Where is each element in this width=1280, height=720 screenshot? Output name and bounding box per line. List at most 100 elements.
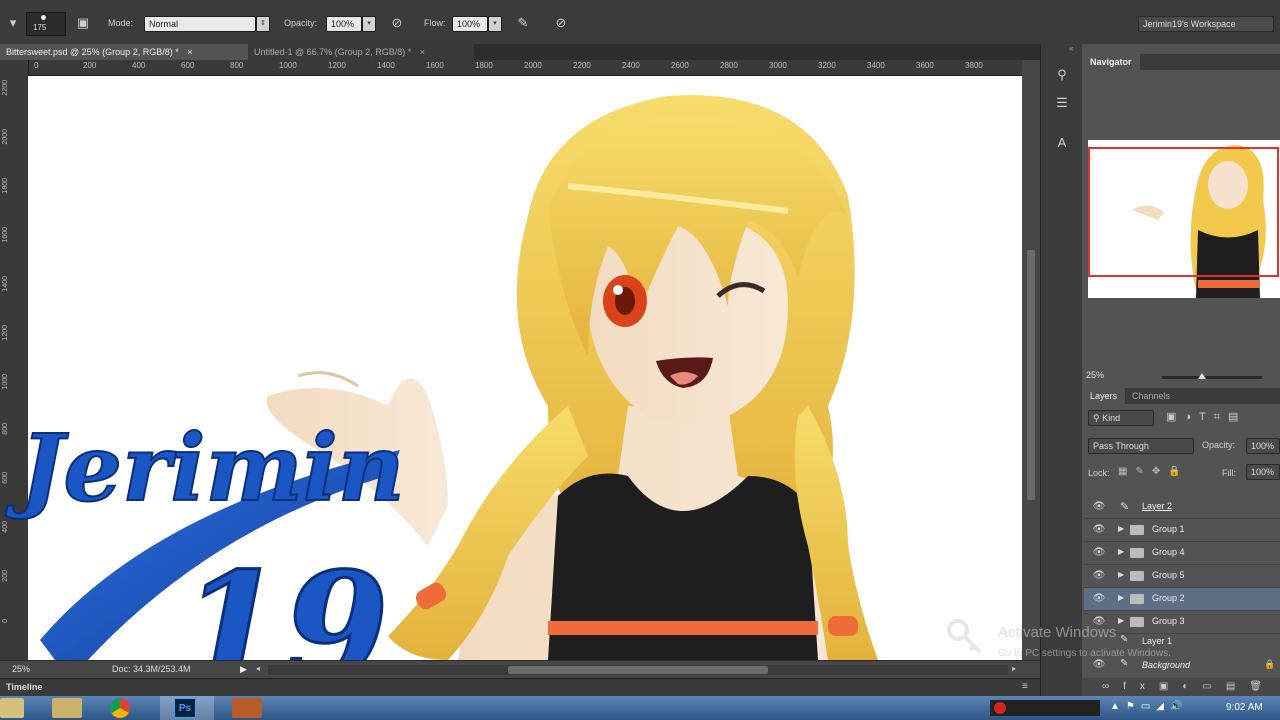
vertical-scroll-thumb[interactable]: [1027, 250, 1035, 500]
ruler-tick-label: 3800: [965, 61, 983, 70]
activate-windows-subtitle: Go to PC settings to activate Windows.: [998, 648, 1171, 659]
expand-arrow-icon[interactable]: ▶: [1118, 524, 1124, 533]
opacity-dropdown-icon[interactable]: ▾: [362, 16, 376, 32]
jerimin19-logo: Jerimin 19: [4, 413, 406, 700]
workspace-switcher[interactable]: Jerimin19's Workspace: [1138, 16, 1274, 32]
timeline-label[interactable]: Timeline: [6, 682, 42, 692]
layer-name: Group 5: [1152, 570, 1185, 580]
fill-label: Fill:: [1222, 468, 1236, 478]
ruler-tick-label: 800: [230, 61, 244, 70]
brush-layer-icon: ✎: [1120, 634, 1129, 645]
scroll-right-arrow-icon[interactable]: ▸: [1012, 664, 1016, 673]
visibility-eye-icon[interactable]: 👁: [1092, 569, 1106, 583]
layer-filter-kind[interactable]: ⚲ Kind: [1088, 410, 1154, 426]
tab-close-icon[interactable]: ×: [187, 47, 192, 57]
ruler-tick-label: 1000: [279, 61, 297, 70]
zoom-slider-handle[interactable]: [1198, 373, 1206, 379]
canvas-vertical-scrollbar[interactable]: [1022, 60, 1040, 660]
brush-settings-icon[interactable]: ☰: [1053, 94, 1071, 112]
layer-name: Group 1: [1152, 524, 1185, 534]
folder-icon: [1130, 525, 1144, 535]
tab-label: Bittersweet.psd @ 25% (Group 2, RGB/8) *: [6, 47, 179, 57]
visibility-eye-icon[interactable]: 👁: [1092, 592, 1106, 606]
system-tray-icons[interactable]: ▲⚑▭◢🔊: [1110, 701, 1188, 712]
ruler-tick-label: 2200: [2, 80, 9, 96]
layer-name: Group 2: [1152, 593, 1185, 603]
tab-untitled[interactable]: Untitled-1 @ 66.7% (Group 2, RGB/8) * ×: [248, 44, 474, 60]
flow-input[interactable]: 100%: [452, 16, 488, 32]
flow-dropdown-icon[interactable]: ▾: [488, 16, 502, 32]
status-bar: 25% Doc: 34.3M/253.4M ▶ ◂ ▸: [0, 660, 1040, 679]
folder-icon: [1130, 594, 1144, 604]
thumb-hand: [1132, 205, 1164, 220]
navigator-zoom-value[interactable]: 25%: [1086, 370, 1104, 380]
layer-row[interactable]: 👁 ▶ Group 5: [1084, 565, 1280, 588]
folder-taskbar-icon[interactable]: [52, 698, 82, 718]
ruler-tick-label: 2400: [622, 61, 640, 70]
navigator-thumbnail[interactable]: [1088, 140, 1280, 298]
ruler-tick-label: 1600: [2, 227, 9, 243]
expand-arrow-icon[interactable]: ▶: [1118, 570, 1124, 579]
status-zoom[interactable]: 25%: [12, 664, 30, 674]
brush-presets-icon[interactable]: ⚲: [1053, 66, 1071, 84]
layer-row[interactable]: 👁 ▶ Group 4: [1084, 542, 1280, 565]
layer-opacity-input[interactable]: 100%: [1246, 438, 1280, 454]
brush-panel-toggle-icon[interactable]: ▣: [74, 14, 92, 32]
visibility-eye-icon[interactable]: 👁: [1092, 500, 1106, 514]
visibility-eye-icon[interactable]: 👁: [1092, 546, 1106, 560]
visibility-eye-icon[interactable]: 👁: [1092, 658, 1106, 672]
chrome-icon[interactable]: [110, 698, 130, 718]
status-menu-arrow-icon[interactable]: ▶: [240, 664, 247, 675]
mode-dropdown-icon[interactable]: ⇕: [256, 16, 270, 32]
tab-channels[interactable]: Channels: [1124, 388, 1178, 404]
fill-input[interactable]: 100%: [1246, 464, 1280, 480]
airbrush-icon[interactable]: ✎: [514, 14, 532, 32]
paint-app-icon[interactable]: [232, 698, 262, 718]
dock-collapse-icon[interactable]: «: [1069, 44, 1073, 53]
taskbar-clock[interactable]: 9:02 AM: [1226, 702, 1263, 713]
expand-arrow-icon[interactable]: ▶: [1118, 593, 1124, 602]
file-explorer-icon[interactable]: [0, 698, 24, 718]
opacity-input[interactable]: 100%: [326, 16, 362, 32]
mode-select[interactable]: Normal: [144, 16, 256, 32]
scroll-left-arrow-icon[interactable]: ◂: [256, 664, 260, 673]
layer-row[interactable]: 👁 ▶ Group 1: [1084, 519, 1280, 542]
visibility-eye-icon[interactable]: 👁: [1092, 523, 1106, 537]
expand-arrow-icon[interactable]: ▶: [1118, 547, 1124, 556]
timeline-menu-icon[interactable]: ≡: [1022, 681, 1028, 692]
windows-taskbar: Ps ▲⚑▭◢🔊 9:02 AM: [0, 696, 1280, 720]
right-hair-tie: [828, 616, 858, 636]
canvas-horizontal-scrollbar[interactable]: [268, 665, 1008, 675]
blend-mode-select[interactable]: Pass Through: [1088, 438, 1194, 454]
tab-layers[interactable]: Layers: [1082, 388, 1126, 404]
expand-arrow-icon[interactable]: ▶: [1118, 616, 1124, 625]
horizontal-scroll-thumb[interactable]: [508, 666, 768, 674]
navigator-preview: [1088, 145, 1279, 298]
layer-row-selected[interactable]: 👁 ▶ Group 2: [1084, 588, 1280, 611]
tab-bittersweet[interactable]: Bittersweet.psd @ 25% (Group 2, RGB/8) *…: [0, 44, 248, 60]
recording-app-icon[interactable]: [990, 700, 1100, 716]
layer-name: Group 4: [1152, 547, 1185, 557]
horizontal-ruler: 0 200 400 600 800 1000 1200 1400 1600 1800 2000 220…: [28, 60, 1022, 76]
layer-row[interactable]: 👁 ✎ Layer 2: [1084, 496, 1280, 519]
pressure-size-icon[interactable]: ⊘: [552, 14, 570, 32]
character-panel-icon[interactable]: A: [1053, 134, 1071, 152]
brush-tip-icon: [41, 15, 46, 20]
layer-filter-icons[interactable]: ▣◑T⌗▤: [1166, 410, 1246, 424]
status-doc-size: Doc: 34.3M/253.4M: [112, 664, 191, 674]
timeline-bar: Timeline ≡: [0, 678, 1040, 697]
tool-preset-dropdown[interactable]: ▾: [4, 14, 22, 32]
flow-label: Flow:: [424, 18, 446, 28]
lock-icons[interactable]: ▦✎✥🔒: [1118, 466, 1189, 477]
kind-label: Kind: [1102, 413, 1121, 423]
layers-footer-buttons[interactable]: ∞fx▣◐▭▤🗑: [1082, 678, 1280, 696]
eye-highlight: [613, 285, 623, 295]
key-icon: [946, 616, 986, 656]
navigator-zoom-slider[interactable]: [1162, 373, 1262, 379]
pressure-opacity-icon[interactable]: ⊘: [388, 14, 406, 32]
photoshop-taskbar-button[interactable]: Ps: [160, 696, 214, 720]
tab-navigator[interactable]: Navigator: [1082, 54, 1140, 70]
tab-close-icon[interactable]: ×: [420, 47, 425, 57]
brush-size-picker[interactable]: 175: [26, 12, 66, 36]
layer-name: Layer 2: [1142, 501, 1173, 511]
